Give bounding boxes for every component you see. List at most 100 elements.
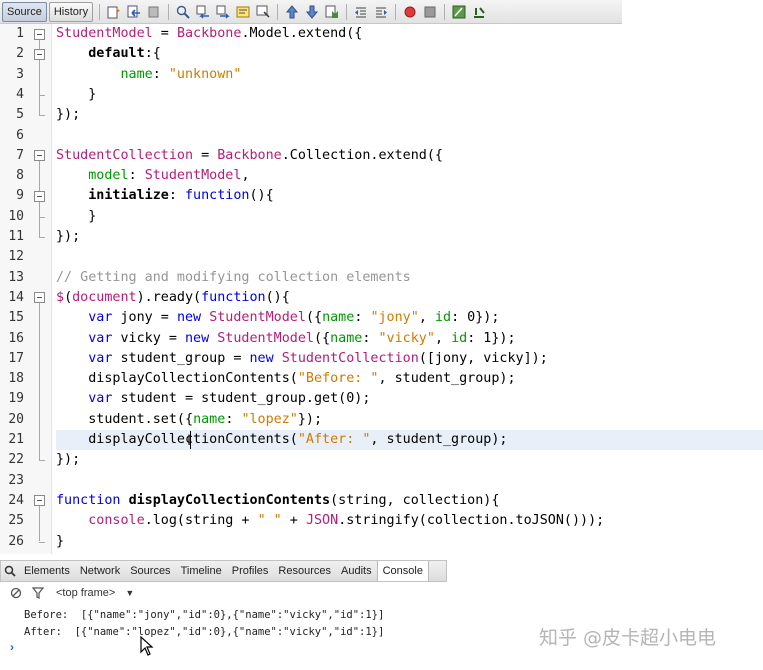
tab-elements[interactable]: Elements	[19, 561, 75, 581]
line-number: 12	[8, 249, 24, 265]
last-edit-icon[interactable]	[106, 4, 122, 20]
toolbar-separator	[444, 3, 446, 20]
tab-resources[interactable]: Resources	[273, 561, 336, 581]
tab-history[interactable]: History	[48, 1, 94, 22]
tab-network[interactable]: Network	[75, 561, 125, 581]
line-number: 9	[16, 188, 24, 204]
code-line[interactable]: }	[56, 532, 763, 552]
uncomment-icon[interactable]	[471, 4, 487, 20]
devtools-panel: Elements Network Sources Timeline Profil…	[0, 560, 763, 670]
line-number: 1	[16, 26, 24, 41]
code-line[interactable]: });	[56, 227, 763, 247]
code-line[interactable]: StudentCollection = Backbone.Collection.…	[56, 146, 763, 166]
fold-guide	[39, 303, 40, 461]
forward-icon[interactable]	[146, 4, 162, 20]
line-number: 19	[8, 391, 24, 407]
code-line[interactable]: name: "unknown"	[56, 65, 763, 85]
line-number: 21	[8, 432, 24, 447]
toolbar-separator	[395, 3, 397, 20]
line-number: 6	[16, 127, 24, 143]
current-code-line[interactable]: displayCollectionContents("After: ", stu…	[56, 430, 763, 451]
code-line[interactable]: // Getting and modifying collection elem…	[56, 268, 763, 288]
tab-source[interactable]: Source	[2, 1, 47, 22]
code-line[interactable]: });	[56, 450, 763, 470]
highlight-icon[interactable]	[235, 4, 251, 20]
code-line[interactable]: }	[56, 85, 763, 105]
line-number: 7	[16, 147, 24, 163]
code-line[interactable]: });	[56, 105, 763, 125]
line-number: 20	[8, 411, 24, 427]
frame-selector[interactable]: <top frame>	[56, 587, 115, 599]
find-previous-icon[interactable]	[195, 4, 211, 20]
line-number: 25	[8, 513, 24, 529]
code-editor[interactable]: 1 2 3 4 5 6 7 8 9 10 11 12 13 14 15 16 17 18 19 20 21 22 23 24 2…	[0, 24, 763, 554]
code-line[interactable]: var student_group = new StudentCollectio…	[56, 349, 763, 369]
fold-toggle-icon[interactable]	[34, 292, 45, 304]
fold-toggle-icon[interactable]	[34, 48, 45, 60]
fold-toggle-icon[interactable]	[34, 190, 45, 202]
stop-macro-icon[interactable]	[422, 4, 438, 20]
line-number: 22	[8, 452, 24, 468]
line-number: 18	[8, 371, 24, 387]
code-line[interactable]: console.log(string + " " + JSON.stringif…	[56, 511, 763, 531]
code-line[interactable]: function displayCollectionContents(strin…	[56, 491, 763, 511]
code-line[interactable]: default:{	[56, 44, 763, 64]
line-number: 15	[8, 310, 24, 326]
line-number: 4	[16, 86, 24, 102]
line-number: 3	[16, 66, 24, 82]
filter-icon[interactable]	[32, 587, 44, 599]
line-number: 8	[16, 168, 24, 184]
toolbar-separator	[99, 3, 101, 20]
line-number: 24	[8, 492, 24, 508]
toggle-selection-icon[interactable]	[255, 4, 271, 20]
fold-end	[39, 460, 45, 462]
fold-toggle-icon[interactable]	[34, 150, 45, 162]
code-line[interactable]: StudentModel = Backbone.Model.extend({	[56, 24, 763, 44]
fold-toggle-icon[interactable]	[34, 28, 45, 40]
fold-guide	[39, 201, 40, 217]
tab-sources[interactable]: Sources	[125, 561, 175, 581]
tab-audits[interactable]: Audits	[336, 561, 377, 581]
line-number: 23	[8, 472, 24, 488]
line-number: 26	[8, 533, 24, 549]
code-line[interactable]: displayCollectionContents("Before: ", st…	[56, 369, 763, 389]
toolbar-separator	[277, 3, 279, 20]
code-line[interactable]: initialize: function(){	[56, 186, 763, 206]
code-line[interactable]: var student = student_group.get(0);	[56, 389, 763, 409]
code-line[interactable]: }	[56, 207, 763, 227]
tab-console[interactable]: Console	[376, 561, 429, 581]
console-filter-bar: <top frame> ▼	[0, 583, 447, 603]
watermark: 知乎 @皮卡超小电电	[539, 627, 717, 649]
find-icon[interactable]	[175, 4, 191, 20]
dropdown-arrow-icon[interactable]: ▼	[125, 588, 134, 598]
toolbar-separator	[346, 3, 348, 20]
code-line[interactable]: student.set({name: "lopez"});	[56, 410, 763, 430]
code-line[interactable]: model: StudentModel,	[56, 166, 763, 186]
previous-bookmark-icon[interactable]	[284, 4, 300, 20]
fold-end	[39, 115, 45, 117]
shift-left-icon[interactable]	[353, 4, 369, 20]
shift-right-icon[interactable]	[373, 4, 389, 20]
code-line[interactable]: var vicky = new StudentModel({name: "vic…	[56, 329, 763, 349]
tab-profiles[interactable]: Profiles	[227, 561, 274, 581]
back-icon[interactable]	[126, 4, 142, 20]
fold-guide	[39, 59, 40, 95]
toggle-bookmark-icon[interactable]	[324, 4, 340, 20]
inspect-search-icon[interactable]	[1, 565, 19, 577]
code-line[interactable]: $(document).ready(function(){	[56, 288, 763, 308]
tab-timeline[interactable]: Timeline	[176, 561, 227, 581]
fold-end	[39, 237, 45, 238]
fold-end	[39, 94, 45, 96]
fold-toggle-icon[interactable]	[34, 495, 45, 507]
console-message: Before: [{"name":"jony","id":0},{"name":…	[24, 609, 385, 621]
clear-console-icon[interactable]	[10, 587, 22, 599]
comment-icon[interactable]	[451, 4, 467, 20]
code-line[interactable]: var jony = new StudentModel({name: "jony…	[56, 308, 763, 328]
fold-end	[39, 216, 45, 218]
console-prompt[interactable]: ›	[10, 640, 14, 654]
toolbar-separator	[168, 3, 170, 20]
line-number: 13	[8, 269, 24, 285]
record-macro-icon[interactable]	[402, 4, 418, 20]
next-bookmark-icon[interactable]	[304, 4, 320, 20]
find-next-icon[interactable]	[215, 4, 231, 20]
